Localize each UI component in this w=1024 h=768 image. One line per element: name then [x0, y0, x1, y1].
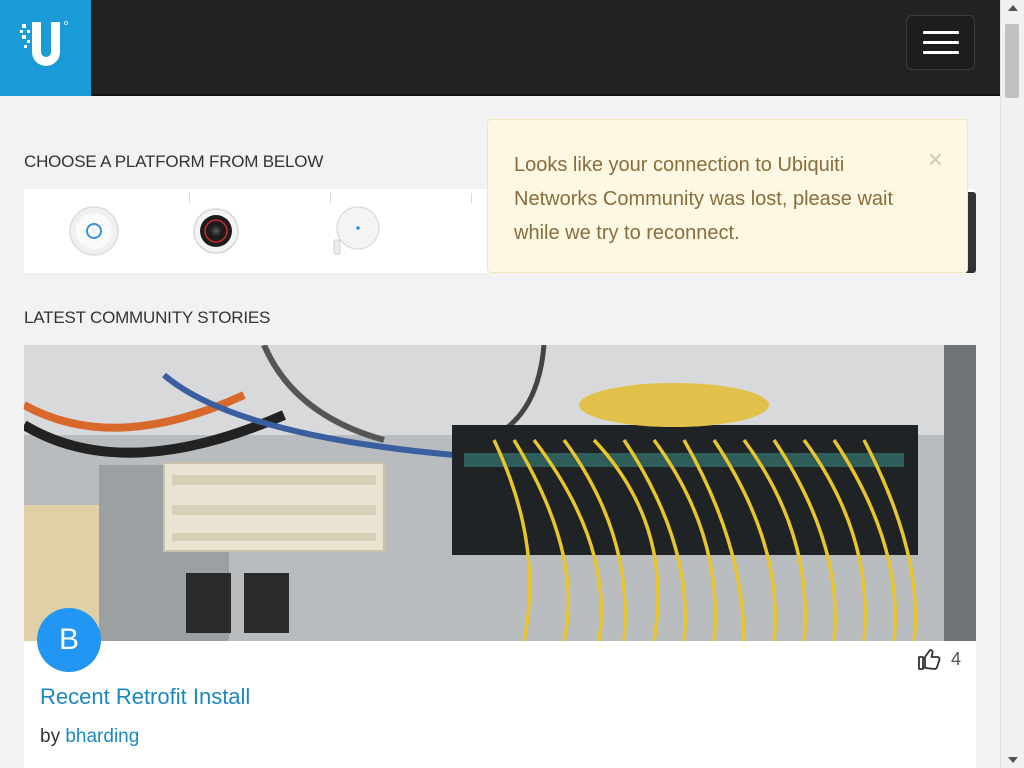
platform-unifi-video[interactable] — [146, 189, 286, 273]
platform-unifi-ap[interactable] — [24, 189, 164, 273]
like-count-value: 4 — [951, 648, 962, 669]
top-navbar — [0, 0, 1000, 96]
author-link[interactable]: bharding — [65, 726, 139, 747]
vertical-scrollbar[interactable] — [1000, 0, 1024, 768]
story-image[interactable] — [24, 345, 976, 641]
stories-section-title: LATEST COMMUNITY STORIES — [24, 308, 271, 327]
scroll-up-arrow-icon[interactable] — [1001, 0, 1024, 16]
ubiquiti-logo[interactable] — [0, 0, 91, 96]
unifi-access-point-icon — [69, 206, 119, 256]
platforms-section-title: CHOOSE A PLATFORM FROM BELOW — [24, 152, 324, 171]
author-avatar[interactable]: B — [37, 608, 101, 672]
scroll-down-arrow-icon[interactable] — [1001, 752, 1024, 768]
scrollbar-thumb[interactable] — [1005, 24, 1019, 98]
story-title-link[interactable]: Recent Retrofit Install — [40, 684, 250, 710]
hamburger-menu-icon — [922, 31, 959, 34]
thumbs-up-icon — [918, 649, 941, 670]
byline-prefix: by — [40, 726, 61, 747]
hamburger-line — [922, 51, 959, 54]
platform-amplifi[interactable] — [286, 189, 426, 273]
alert-message: Looks like your connection to Ubiquiti N… — [514, 154, 894, 244]
connection-lost-alert: Looks like your connection to Ubiquiti N… — [487, 119, 968, 273]
close-icon[interactable]: × — [928, 146, 943, 172]
story-card[interactable]: B 4 Recent Retrofit Install by bharding — [24, 345, 976, 768]
ubiquiti-u-logo-icon — [19, 21, 68, 66]
like-count[interactable]: 4 — [917, 648, 961, 670]
story-byline: by bharding — [40, 726, 139, 748]
amplifi-router-icon — [333, 206, 380, 255]
hamburger-line — [922, 41, 959, 44]
hamburger-menu-button[interactable] — [906, 15, 975, 70]
unifi-camera-icon — [193, 208, 239, 254]
